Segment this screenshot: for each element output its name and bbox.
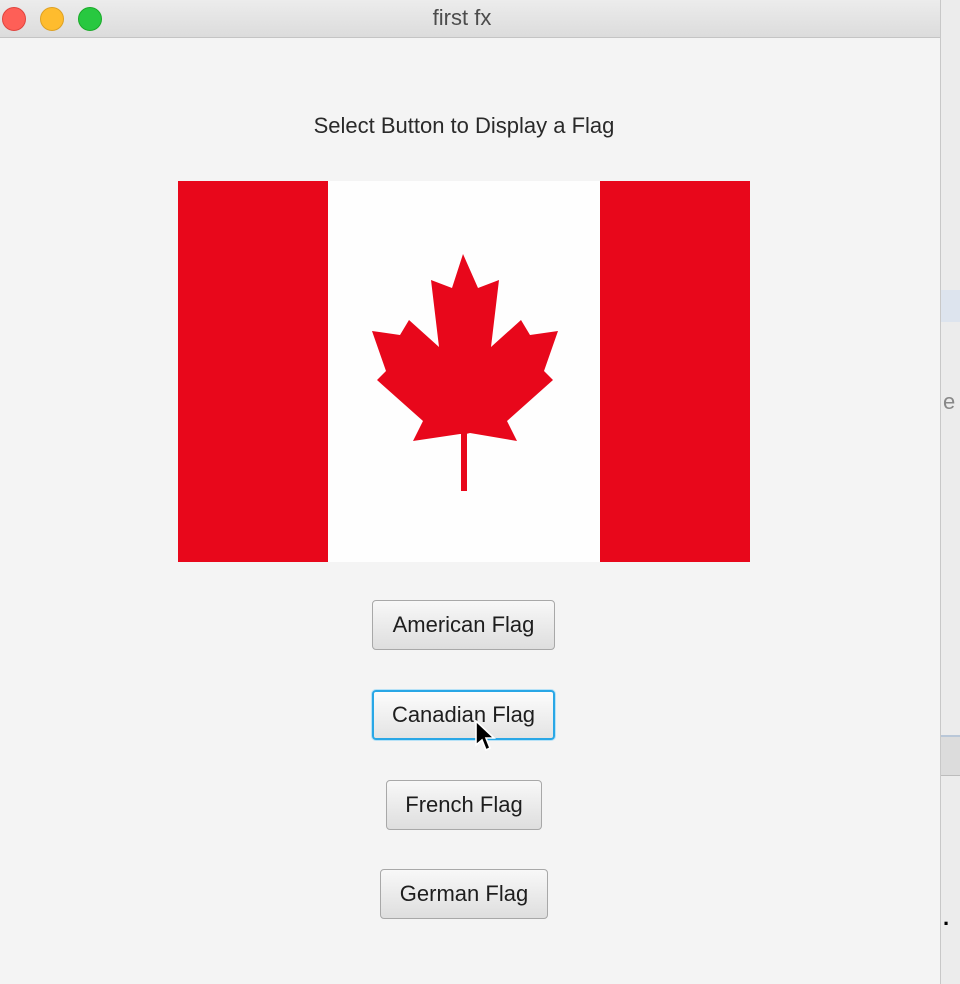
instruction-label: Select Button to Display a Flag: [313, 113, 615, 138]
window-title: first fx: [432, 5, 492, 30]
background-bar: [941, 735, 960, 776]
german-flag-button[interactable]: German Flag: [380, 869, 548, 919]
flag-left-band: [178, 181, 328, 562]
canadian-flag-image: [178, 181, 750, 562]
background-window: e .: [940, 0, 960, 984]
mouse-pointer-icon: [475, 720, 497, 752]
background-highlight: [941, 290, 960, 322]
background-text-fragment: e: [943, 389, 956, 414]
flag-right-band: [600, 181, 750, 562]
french-flag-button[interactable]: French Flag: [386, 780, 542, 830]
title-bar[interactable]: first fx: [0, 0, 940, 38]
american-flag-button[interactable]: American Flag: [372, 600, 555, 650]
canadian-flag-button[interactable]: Canadian Flag: [372, 690, 555, 740]
background-text-fragment-2: .: [943, 905, 950, 930]
app-window: first fx Select Button to Display a Flag…: [0, 0, 940, 984]
